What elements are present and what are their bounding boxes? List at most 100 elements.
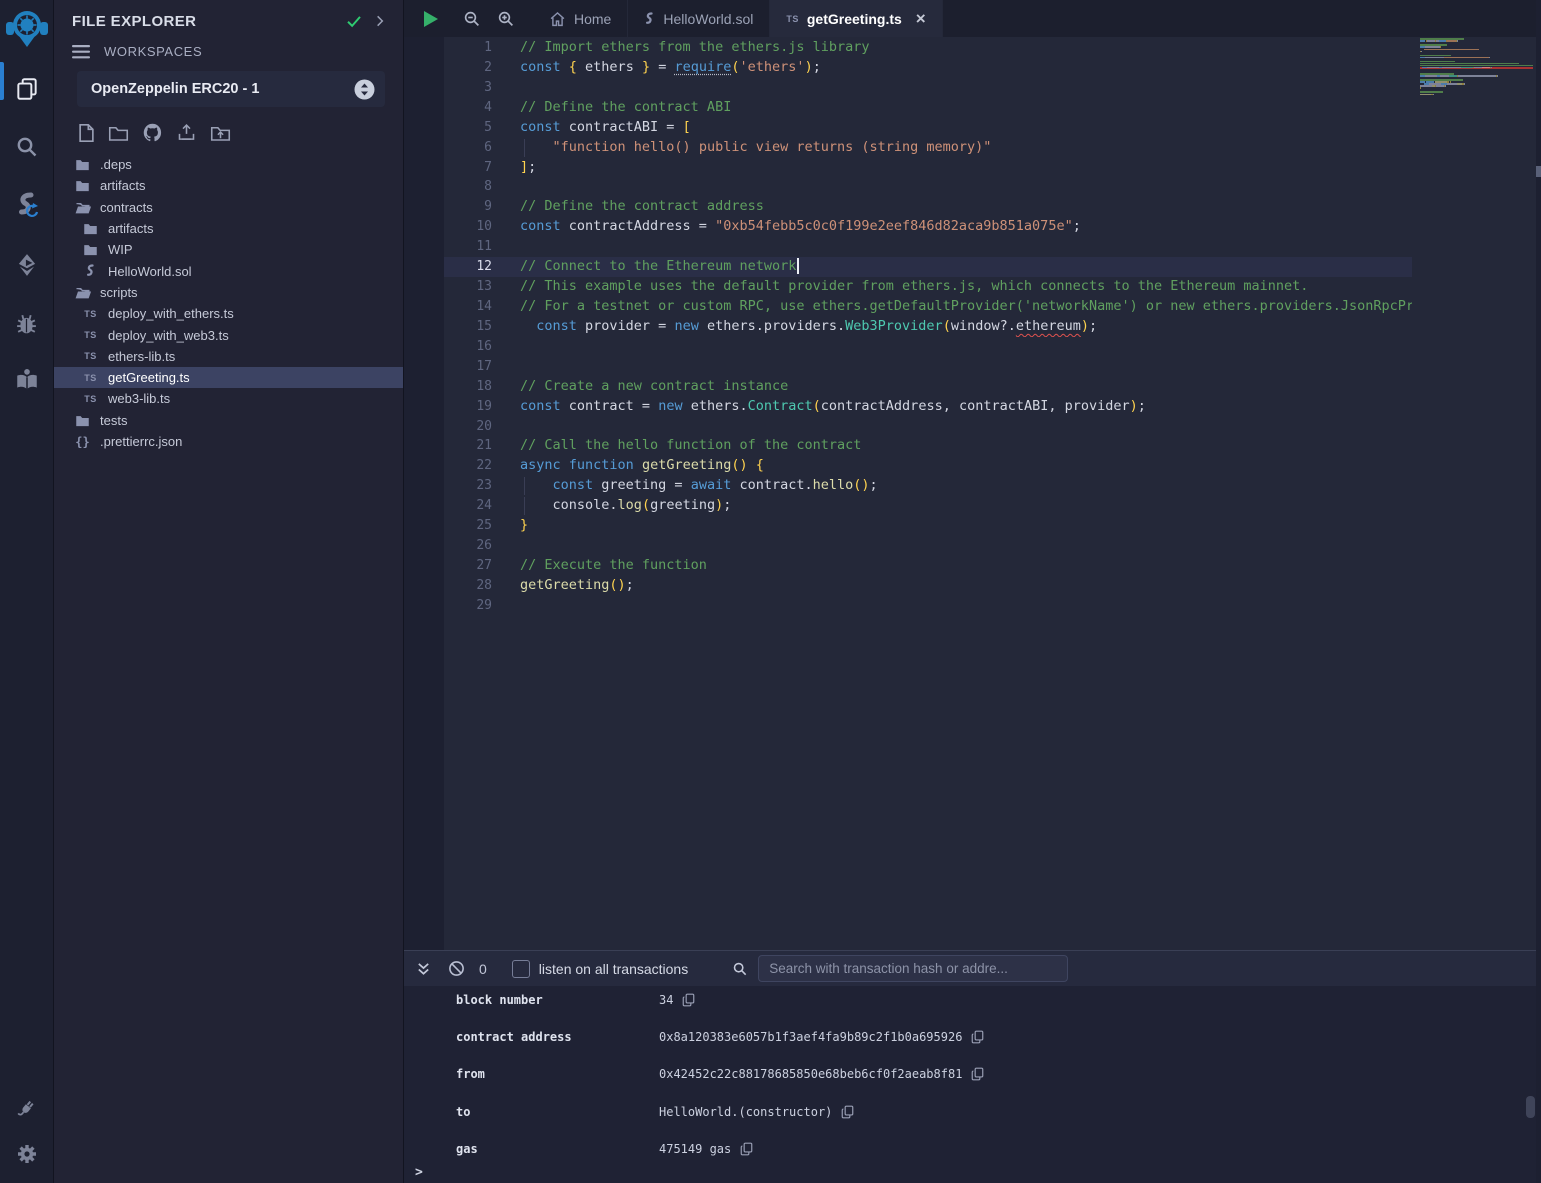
- chevron-right-icon[interactable]: [373, 14, 387, 28]
- run-script-button[interactable]: [420, 9, 440, 29]
- terminal-search-input[interactable]: [758, 955, 1068, 982]
- file-tree-item-web3-lib-ts[interactable]: TSweb3-lib.ts: [54, 388, 403, 409]
- file-tree-item-contracts[interactable]: contracts: [54, 197, 403, 218]
- solidity-compiler-icon[interactable]: [0, 184, 53, 230]
- code-text: const provider = new ethers.providers.We…: [492, 317, 1412, 337]
- code-line-27[interactable]: 27// Execute the function: [444, 556, 1412, 576]
- close-tab-icon[interactable]: ×: [916, 10, 926, 27]
- file-tree-item-helloworld-sol[interactable]: HelloWorld.sol: [54, 260, 403, 281]
- file-tree-item--prettierrc-json[interactable]: {}.prettierrc.json: [54, 431, 403, 452]
- ban-icon[interactable]: [448, 960, 465, 977]
- tab-home[interactable]: Home: [533, 0, 628, 37]
- tab-helloworld-sol[interactable]: HelloWorld.sol: [628, 0, 770, 37]
- hamburger-menu-icon[interactable]: [72, 45, 90, 59]
- code-line-14[interactable]: 14// For a testnet or custom RPC, use et…: [444, 297, 1412, 317]
- file-tree-item-deploy-with-ethers-ts[interactable]: TSdeploy_with_ethers.ts: [54, 303, 403, 324]
- copy-icon[interactable]: [841, 1105, 854, 1119]
- code-line-25[interactable]: 25}: [444, 516, 1412, 536]
- code-line-22[interactable]: 22async function getGreeting() {: [444, 456, 1412, 476]
- terminal-row-label: to: [456, 1105, 659, 1119]
- file-tree-item--deps[interactable]: .deps: [54, 154, 403, 175]
- deploy-and-run-icon[interactable]: [0, 242, 53, 288]
- code-line-10[interactable]: 10const contractAddress = "0xb54febb5c0c…: [444, 217, 1412, 237]
- double-chevron-down-icon[interactable]: [416, 961, 431, 977]
- listen-all-transactions-checkbox[interactable]: [512, 960, 530, 978]
- minimap[interactable]: [1420, 38, 1533, 97]
- search-icon[interactable]: [0, 124, 53, 170]
- text-cursor: [797, 258, 799, 274]
- plugin-manager-icon[interactable]: [0, 1085, 53, 1131]
- panel-title: FILE EXPLORER: [72, 13, 335, 30]
- page-scrollbar[interactable]: [1536, 0, 1541, 1183]
- folder-closed-icon: [74, 179, 91, 192]
- upload-folder-icon[interactable]: [210, 124, 231, 142]
- code-editor[interactable]: 1// Import ethers from the ethers.js lib…: [404, 37, 1541, 950]
- upload-file-icon[interactable]: [176, 123, 197, 143]
- remix-logo-icon[interactable]: [0, 4, 53, 54]
- code-line-16[interactable]: 16: [444, 337, 1412, 357]
- line-number: 27: [444, 556, 492, 576]
- code-line-9[interactable]: 9// Define the contract address: [444, 197, 1412, 217]
- terminal-body[interactable]: block number34contract address0x8a120383…: [404, 986, 1541, 1183]
- file-tree: .depsartifactscontractsartifactsWIPHello…: [54, 154, 403, 452]
- code-line-4[interactable]: 4// Define the contract ABI: [444, 98, 1412, 118]
- code-line-2[interactable]: 2const { ethers } = require('ethers');: [444, 58, 1412, 78]
- code-line-21[interactable]: 21// Call the hello function of the cont…: [444, 436, 1412, 456]
- workspace-select[interactable]: OpenZeppelin ERC20 - 1: [77, 71, 385, 107]
- code-line-18[interactable]: 18// Create a new contract instance: [444, 377, 1412, 397]
- line-number: 23: [444, 476, 492, 496]
- terminal-row-label: contract address: [456, 1030, 659, 1044]
- code-text: // This example uses the default provide…: [492, 277, 1412, 297]
- code-line-17[interactable]: 17: [444, 357, 1412, 377]
- settings-icon[interactable]: [0, 1131, 53, 1177]
- new-file-icon[interactable]: [78, 123, 95, 143]
- folder-closed-icon: [82, 222, 99, 235]
- terminal-scrollbar[interactable]: [1526, 1096, 1535, 1118]
- code-line-7[interactable]: 7];: [444, 158, 1412, 178]
- check-icon[interactable]: [345, 12, 363, 30]
- copy-icon[interactable]: [971, 1067, 984, 1081]
- file-tree-item-deploy-with-web3-ts[interactable]: TSdeploy_with_web3.ts: [54, 324, 403, 345]
- new-folder-icon[interactable]: [108, 124, 129, 142]
- tab-getgreeting-ts[interactable]: TSgetGreeting.ts×: [770, 0, 942, 37]
- code-line-15[interactable]: 15 const provider = new ethers.providers…: [444, 317, 1412, 337]
- code-line-20[interactable]: 20: [444, 417, 1412, 437]
- clone-github-icon[interactable]: [142, 122, 163, 143]
- code-line-23[interactable]: 23 const greeting = await contract.hello…: [444, 476, 1412, 496]
- file-tree-item-ethers-lib-ts[interactable]: TSethers-lib.ts: [54, 346, 403, 367]
- code-line-28[interactable]: 28getGreeting();: [444, 576, 1412, 596]
- file-explorer-icon[interactable]: [0, 66, 53, 112]
- debugger-icon[interactable]: [0, 300, 53, 346]
- zoom-in-icon[interactable]: [497, 10, 515, 28]
- file-tree-item-artifacts[interactable]: artifacts: [54, 218, 403, 239]
- file-name: HelloWorld.sol: [108, 264, 192, 279]
- line-number: 8: [444, 177, 492, 197]
- code-line-13[interactable]: 13// This example uses the default provi…: [444, 277, 1412, 297]
- copy-icon[interactable]: [740, 1142, 753, 1156]
- code-line-5[interactable]: 5const contractABI = [: [444, 118, 1412, 138]
- file-name: artifacts: [100, 178, 146, 193]
- file-tree-item-scripts[interactable]: scripts: [54, 282, 403, 303]
- code-line-6[interactable]: 6 "function hello() public view returns …: [444, 138, 1412, 158]
- file-tree-item-tests[interactable]: tests: [54, 410, 403, 431]
- file-tree-item-wip[interactable]: WIP: [54, 239, 403, 260]
- line-number: 28: [444, 576, 492, 596]
- code-line-26[interactable]: 26: [444, 536, 1412, 556]
- file-tree-item-getgreeting-ts[interactable]: TSgetGreeting.ts: [54, 367, 403, 388]
- code-line-3[interactable]: 3: [444, 78, 1412, 98]
- code-line-12[interactable]: 12// Connect to the Ethereum network: [444, 257, 1412, 277]
- code-line-8[interactable]: 8: [444, 177, 1412, 197]
- copy-icon[interactable]: [682, 993, 695, 1007]
- file-tree-item-artifacts[interactable]: artifacts: [54, 175, 403, 196]
- code-line-29[interactable]: 29: [444, 596, 1412, 616]
- code-line-11[interactable]: 11: [444, 237, 1412, 257]
- zoom-out-icon[interactable]: [463, 10, 481, 28]
- copy-icon[interactable]: [971, 1030, 984, 1044]
- code-line-24[interactable]: 24 console.log(greeting);: [444, 496, 1412, 516]
- code-text: const contractABI = [: [492, 118, 1412, 138]
- file-name: getGreeting.ts: [108, 370, 190, 385]
- code-text: // Define the contract address: [492, 197, 1412, 217]
- learneth-icon[interactable]: [0, 357, 53, 403]
- code-line-1[interactable]: 1// Import ethers from the ethers.js lib…: [444, 38, 1412, 58]
- code-line-19[interactable]: 19const contract = new ethers.Contract(c…: [444, 397, 1412, 417]
